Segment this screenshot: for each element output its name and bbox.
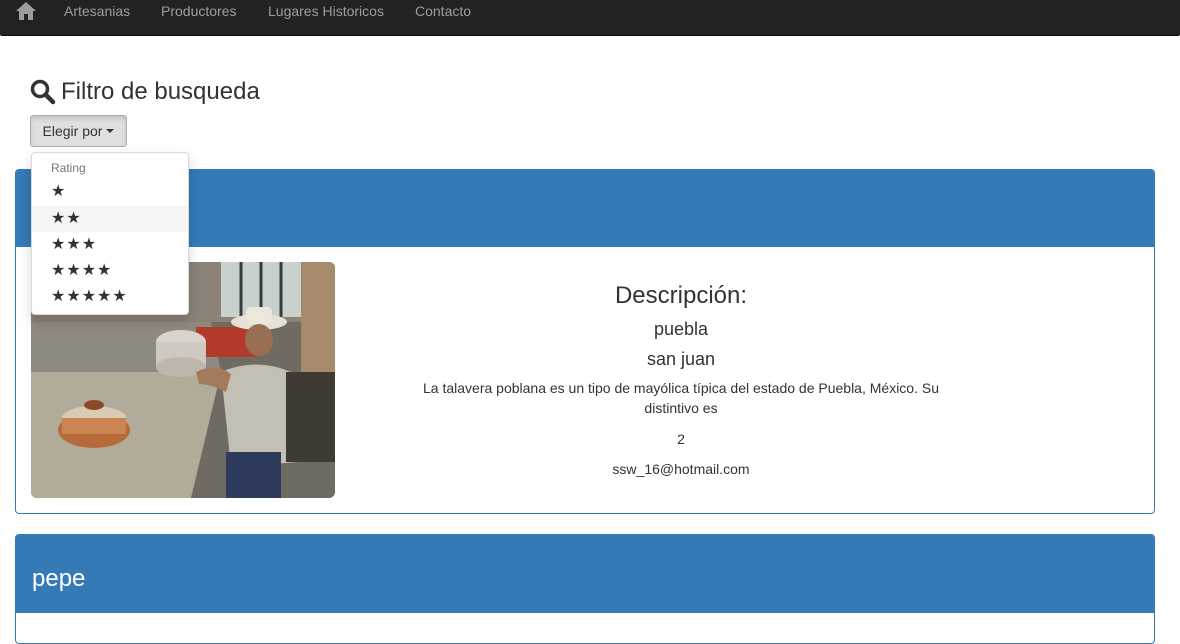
nav-link-productores[interactable]: Productores (161, 2, 236, 20)
home-icon[interactable] (14, 1, 38, 21)
top-navbar: Artesanias Productores Lugares Historico… (0, 0, 1180, 36)
card-heading: pepe (16, 535, 1154, 613)
nav-link-contacto[interactable]: Contacto (415, 2, 471, 20)
rating-value: 2 (677, 431, 685, 447)
nav-link-artesanias[interactable]: Artesanias (64, 2, 130, 20)
rating-option-4[interactable]: ★★★★ (32, 258, 188, 284)
choose-by-label: Elegir por (42, 123, 103, 139)
city-name: san juan (646, 349, 716, 369)
search-icon (30, 79, 56, 105)
caret-down-icon (106, 129, 115, 133)
contact-email: ssw_16@hotmail.com (612, 461, 750, 477)
filter-heading: Filtro de busqueda (30, 76, 260, 108)
description-text: La talavera poblana es un tipo de mayóli… (423, 380, 939, 416)
rating-option-1[interactable]: ★ (32, 179, 188, 205)
description-label: Descripción: (614, 282, 748, 309)
rating-option-5[interactable]: ★★★★★ (32, 284, 188, 310)
state-name: puebla (653, 319, 709, 339)
rating-option-3[interactable]: ★★★ (32, 232, 188, 258)
nav-link-lugares-historicos[interactable]: Lugares Historicos (268, 2, 384, 20)
dropdown-header: Rating (51, 161, 86, 175)
choose-by-dropdown-button[interactable]: Elegir por (30, 115, 127, 147)
filter-title: Filtro de busqueda (61, 78, 260, 105)
card-title: pepe (32, 565, 86, 592)
rating-dropdown-menu: Rating ★ ★★ ★★★ ★★★★ ★★★★★ (31, 152, 189, 315)
rating-option-2[interactable]: ★★ (32, 206, 188, 232)
